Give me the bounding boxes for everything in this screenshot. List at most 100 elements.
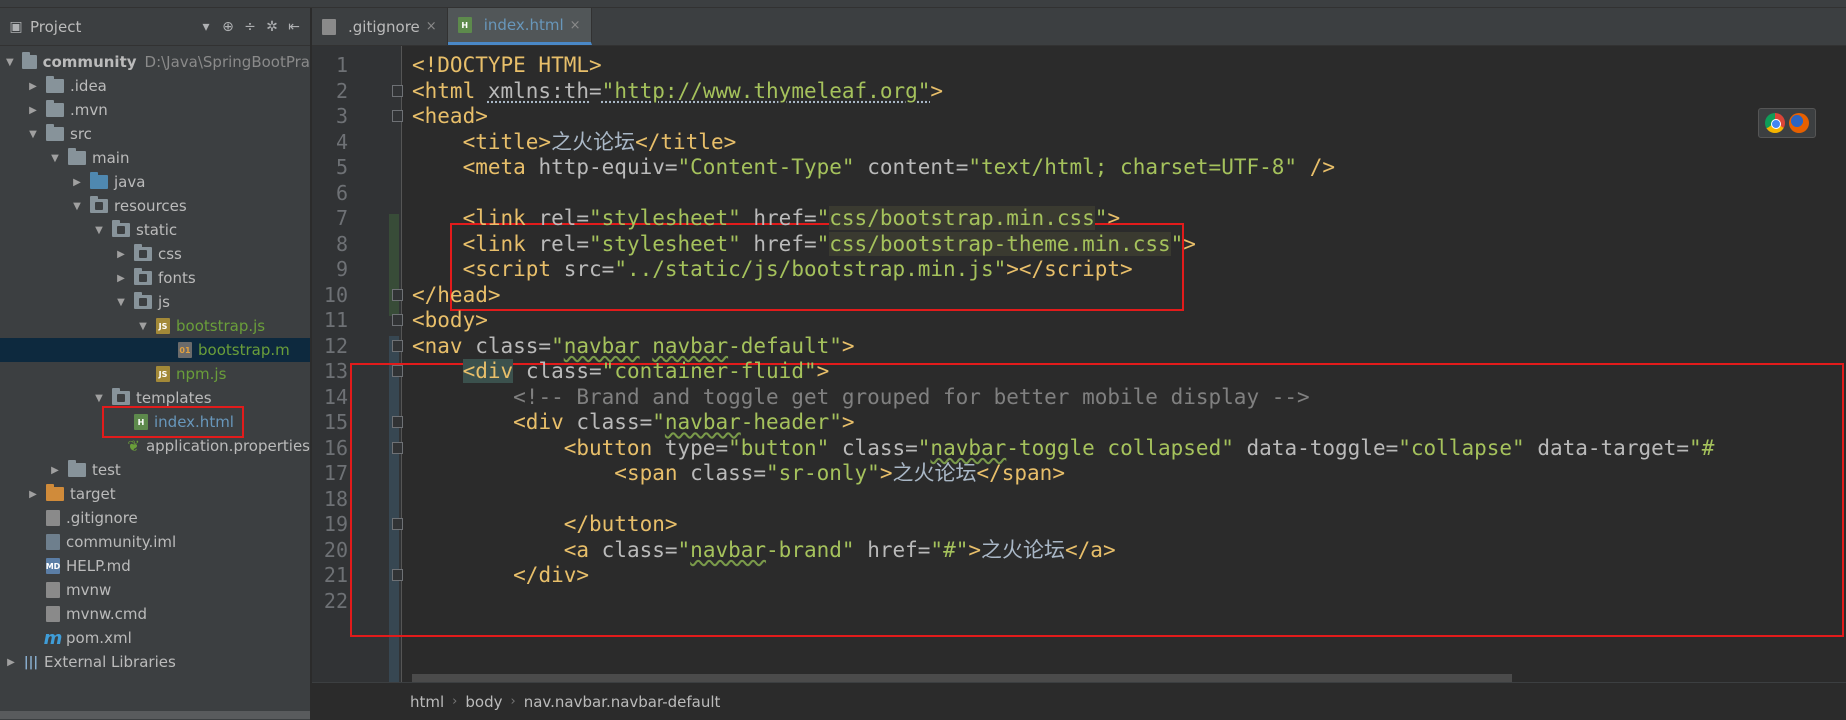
tree-item-bootstrap-m[interactable]: 01 bootstrap.m [0, 338, 310, 362]
settings-gear-icon[interactable]: ✲ [264, 19, 280, 35]
tree-item-label: bootstrap.js [176, 317, 266, 335]
expand-arrow-icon[interactable]: ▼ [48, 153, 62, 164]
tree-item-label: External Libraries [44, 653, 176, 671]
fold-marker-icon[interactable] [392, 518, 403, 530]
breadcrumb-item[interactable]: nav.navbar.navbar-default [524, 693, 721, 711]
close-tab-icon[interactable]: × [570, 18, 581, 33]
tree-item-test[interactable]: ▶ test [0, 458, 310, 482]
tree-item-fonts[interactable]: ▶ fonts [0, 266, 310, 290]
expand-arrow-icon[interactable]: ▼ [92, 225, 106, 236]
collapse-arrow-icon[interactable]: ▶ [26, 105, 40, 116]
collapse-arrow-icon[interactable]: ▶ [70, 177, 84, 188]
project-view-icon: ▣ [9, 18, 23, 35]
close-tab-icon[interactable]: × [426, 19, 437, 34]
tree-item-idea[interactable]: ▶ .idea [0, 74, 310, 98]
library-icon: ||| [23, 654, 39, 670]
collapse-all-icon[interactable]: ÷ [242, 19, 258, 35]
module-folder-icon [21, 52, 37, 69]
view-dropdown-icon[interactable]: ▾ [198, 19, 214, 35]
editor-tabs: .gitignore × Hindex.html × [312, 8, 1846, 46]
tree-item-label: test [92, 461, 121, 479]
tree-item-mvnw-cmd[interactable]: mvnw.cmd [0, 602, 310, 626]
fold-marker-icon[interactable] [392, 288, 403, 301]
tree-item-community[interactable]: ▼ community D:\Java\SpringBootPra [0, 50, 310, 74]
tree-item-npm-js[interactable]: JS npm.js [0, 362, 310, 386]
tab-index-html[interactable]: Hindex.html × [447, 8, 592, 45]
tree-item-help-md[interactable]: MD HELP.md [0, 554, 310, 578]
collapse-arrow-icon[interactable]: ▶ [48, 465, 62, 476]
tree-item-bootstrap-js[interactable]: ▼ JS bootstrap.js [0, 314, 310, 338]
tree-item-label: src [70, 125, 92, 143]
collapse-arrow-icon[interactable]: ▶ [114, 249, 128, 260]
tree-item-target[interactable]: ▶ target [0, 482, 310, 506]
folder-icon [68, 148, 86, 165]
breadcrumb-item[interactable]: body [465, 693, 502, 711]
gitignore-file-icon [322, 18, 336, 35]
tree-item-application-properties[interactable]: ❦ application.properties [0, 434, 310, 458]
folder-icon [134, 268, 152, 285]
tree-item-resources[interactable]: ▼ resources [0, 194, 310, 218]
tree-item-js[interactable]: ▼ js [0, 290, 310, 314]
folder-icon [46, 76, 64, 93]
folder-icon [134, 292, 152, 309]
editor-horizontal-scrollbar[interactable] [412, 674, 1512, 682]
folder-icon [46, 484, 64, 501]
project-panel-title[interactable]: Project [30, 18, 81, 36]
fold-marker-icon[interactable] [392, 416, 403, 428]
fold-marker-icon[interactable] [392, 441, 403, 454]
tree-item-label: community.iml [66, 533, 177, 551]
tree-item-label: .gitignore [66, 509, 138, 527]
breadcrumb-separator-icon: › [452, 694, 458, 709]
tree-item-static[interactable]: ▼ static [0, 218, 310, 242]
folder-icon [90, 196, 108, 213]
tree-item-label: mvnw.cmd [66, 605, 148, 623]
tree-item-label: templates [136, 389, 212, 407]
expand-arrow-icon[interactable]: ▼ [114, 297, 128, 308]
tree-item-label: HELP.md [66, 557, 131, 575]
collapse-arrow-icon[interactable]: ▶ [114, 273, 128, 284]
tab-gitignore[interactable]: .gitignore × [312, 8, 448, 45]
tree-item-mvnw[interactable]: mvnw [0, 578, 310, 602]
tree-item-label: bootstrap.m [198, 341, 290, 359]
breadcrumb-item[interactable]: html [410, 693, 444, 711]
tree-item-community-iml[interactable]: community.iml [0, 530, 310, 554]
collapse-arrow-icon[interactable]: ▶ [4, 657, 18, 668]
tree-item-pom-xml[interactable]: m pom.xml [0, 626, 310, 650]
folder-icon [112, 220, 130, 237]
expand-arrow-icon[interactable]: ▼ [92, 393, 106, 404]
fold-marker-icon[interactable] [392, 339, 403, 352]
tree-item-java[interactable]: ▶ java [0, 170, 310, 194]
scroll-from-source-icon[interactable]: ⊕ [220, 19, 236, 35]
tree-item-src[interactable]: ▼ src [0, 122, 310, 146]
fold-marker-icon[interactable] [392, 84, 403, 97]
fold-marker-icon[interactable] [392, 365, 403, 377]
tree-item-label: community [42, 53, 137, 71]
tree-item-main[interactable]: ▼ main [0, 146, 310, 170]
fold-marker-icon[interactable] [392, 314, 403, 326]
code-editor[interactable]: 1 <!DOCTYPE HTML> 2 <html xmlns:th="http://… [312, 46, 1846, 682]
collapse-arrow-icon[interactable]: ▶ [26, 81, 40, 92]
tree-item-mvn[interactable]: ▶ .mvn [0, 98, 310, 122]
tree-item-label: mvnw [66, 581, 112, 599]
tree-item-css[interactable]: ▶ css [0, 242, 310, 266]
expand-arrow-icon[interactable]: ▼ [26, 129, 40, 140]
gitignore-file-icon [46, 510, 60, 526]
folder-icon [68, 460, 86, 477]
tree-item-index-html[interactable]: Hindex.html [0, 406, 310, 438]
editor-breadcrumbs: html › body › nav.navbar.navbar-default [312, 682, 1846, 720]
hide-panel-icon[interactable]: ⇤ [286, 19, 302, 35]
tab-label: index.html [483, 16, 564, 34]
collapse-arrow-icon[interactable]: ▶ [26, 489, 40, 500]
code-line: 22 [312, 586, 1846, 616]
tree-item-label: static [136, 221, 178, 239]
project-horizontal-scrollbar[interactable] [0, 708, 310, 720]
expand-arrow-icon[interactable]: ▼ [4, 57, 16, 68]
tree-item-external-libraries[interactable]: ▶ ||| External Libraries [0, 650, 310, 674]
folder-icon [112, 388, 130, 405]
minified-file-icon: 01 [178, 342, 192, 358]
fold-marker-icon[interactable] [392, 569, 403, 581]
html-file-icon: H [457, 17, 472, 33]
fold-marker-icon[interactable] [392, 110, 403, 122]
expand-arrow-icon[interactable]: ▼ [70, 201, 84, 212]
tree-item-gitignore[interactable]: .gitignore [0, 506, 310, 530]
